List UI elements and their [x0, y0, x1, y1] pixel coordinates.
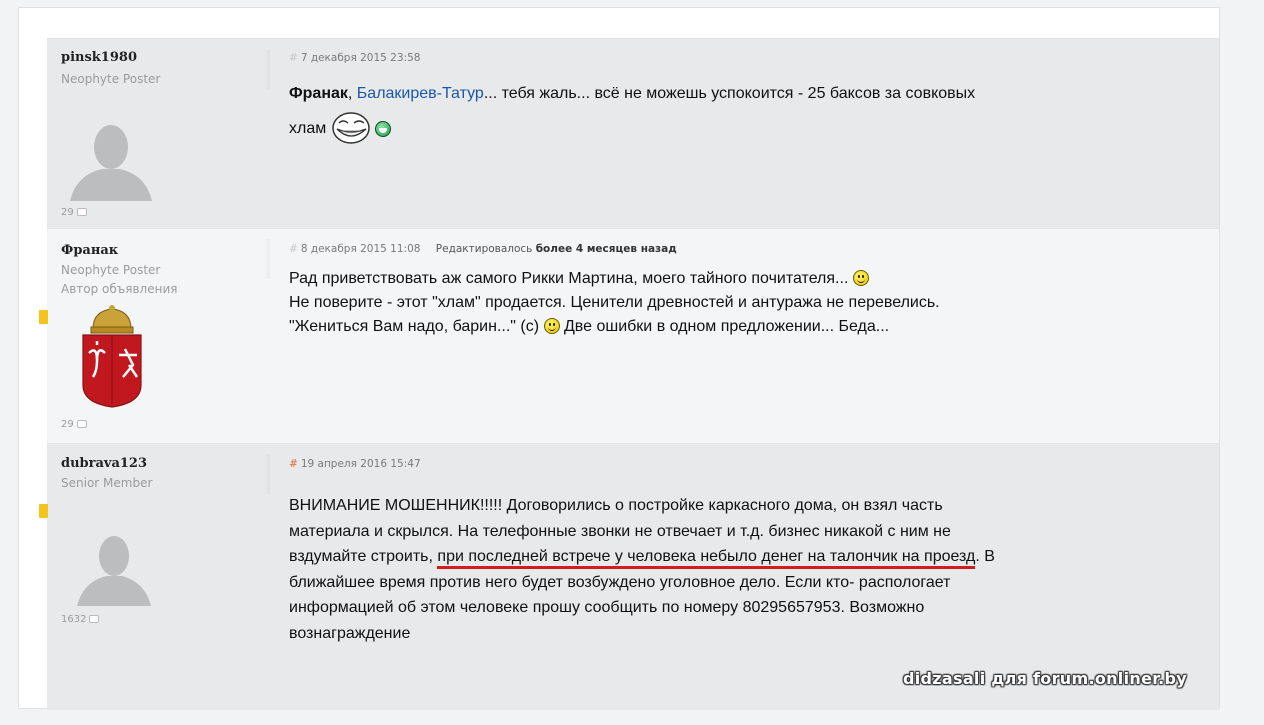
post-author-rank: Neophyte Poster [61, 263, 161, 277]
post-author-rank: Neophyte Poster [61, 72, 161, 86]
post-author-username[interactable]: pinsk1980 [61, 50, 137, 65]
mention-link-balakirev[interactable]: Балакирев-Татур [357, 85, 484, 102]
post-date[interactable]: 19 апреля 2016 15:47 [301, 458, 421, 470]
post-meta: #7 декабря 2015 23:58 [289, 52, 420, 64]
default-avatar-icon[interactable] [66, 123, 156, 201]
forum-post: dubrava123 Senior Member 1632 #19 апреля… [39, 443, 1219, 710]
column-separator [264, 239, 270, 279]
comment-bubble-icon [89, 615, 100, 623]
message-line: . В [975, 548, 995, 565]
default-avatar-icon[interactable] [69, 534, 159, 606]
message-line: Не поверите - этот "хлам" продается. Цен… [289, 294, 940, 311]
message-line: ВНИМАНИЕ МОШЕННИК!!!!! Договорились о по… [289, 497, 943, 514]
online-status-marker [39, 504, 48, 518]
smile-icon [543, 318, 560, 334]
top-strip [19, 8, 1219, 38]
post-author-column: pinsk1980 Neophyte Poster 29 [47, 39, 270, 228]
message-line: ближайшее время против него будет возбуж… [289, 573, 951, 591]
edited-label: Редактировалось [435, 243, 533, 255]
forum-post: pinsk1980 Neophyte Poster 29 #7 декабря … [47, 38, 1219, 228]
post-message: Франак, Балакирев-Татур... тебя жаль... … [289, 81, 1149, 145]
watermark: didzasali для forum.onliner.by [903, 669, 1187, 688]
post-count: 29 [61, 419, 87, 430]
column-separator [264, 454, 270, 494]
message-line: вздумайте строить, [289, 548, 438, 565]
message-line: Две ошибки в одном предложении... Беда..… [563, 318, 890, 335]
message-line: информацией об этом человеке прошу сообщ… [289, 599, 925, 616]
smile-icon [852, 270, 869, 286]
comment-bubble-icon [76, 208, 87, 216]
message-text: хлам [289, 120, 327, 137]
permalink-hash-icon[interactable]: # [289, 243, 298, 255]
post-meta: #8 декабря 2015 11:08 Редактировалось бо… [289, 243, 677, 255]
trollface-emoticon-icon [331, 112, 370, 144]
message-line: вознаграждение [289, 624, 411, 642]
post-author-username[interactable]: dubrava123 [61, 456, 147, 471]
post-author-username[interactable]: Франак [61, 243, 118, 258]
post-count: 29 [61, 207, 87, 218]
coat-of-arms-avatar-icon[interactable] [79, 305, 145, 409]
message-line: Рад приветствовать аж самого Рикки Марти… [289, 270, 849, 287]
forum-thread-frame: pinsk1980 Neophyte Poster 29 #7 декабря … [18, 7, 1220, 710]
edited-value: более 4 месяцев назад [535, 243, 677, 255]
text-separator: , [347, 85, 357, 102]
comment-bubble-icon [76, 420, 87, 428]
online-status-marker [39, 310, 48, 324]
permalink-hash-icon[interactable]: # [289, 458, 298, 470]
highlighted-phrase: при последней встрече у человека небыло … [437, 548, 976, 569]
edited-note: Редактировалось более 4 месяцев назад [436, 243, 677, 255]
post-author-column: dubrava123 Senior Member 1632 [39, 444, 270, 710]
permalink-hash-icon[interactable]: # [289, 52, 298, 64]
post-author-role: Автор объявления [61, 282, 178, 296]
message-line: материала и скрылся. На телефонные звонк… [289, 522, 951, 540]
forum-post: Франак Neophyte Poster Автор объявления … [39, 228, 1219, 443]
column-separator [264, 49, 270, 89]
mention-franak[interactable]: Франак [289, 85, 348, 102]
post-date[interactable]: 7 декабря 2015 23:58 [301, 52, 421, 64]
post-count: 1632 [61, 614, 100, 625]
message-text: ... тебя жаль... всё не можешь успокоитс… [483, 85, 976, 102]
post-meta: #19 апреля 2016 15:47 [289, 458, 421, 470]
post-author-column: Франак Neophyte Poster Автор объявления … [39, 229, 270, 443]
post-date[interactable]: 8 декабря 2015 11:08 [301, 243, 421, 255]
grin-smiley-icon [375, 121, 392, 137]
post-author-rank: Senior Member [61, 476, 153, 490]
message-line: "Жениться Вам надо, барин..." (с) [289, 318, 540, 335]
post-message: ВНИМАНИЕ МОШЕННИК!!!!! Договорились о по… [289, 493, 1149, 646]
post-message: Рад приветствовать аж самого Рикки Марти… [289, 267, 1149, 339]
